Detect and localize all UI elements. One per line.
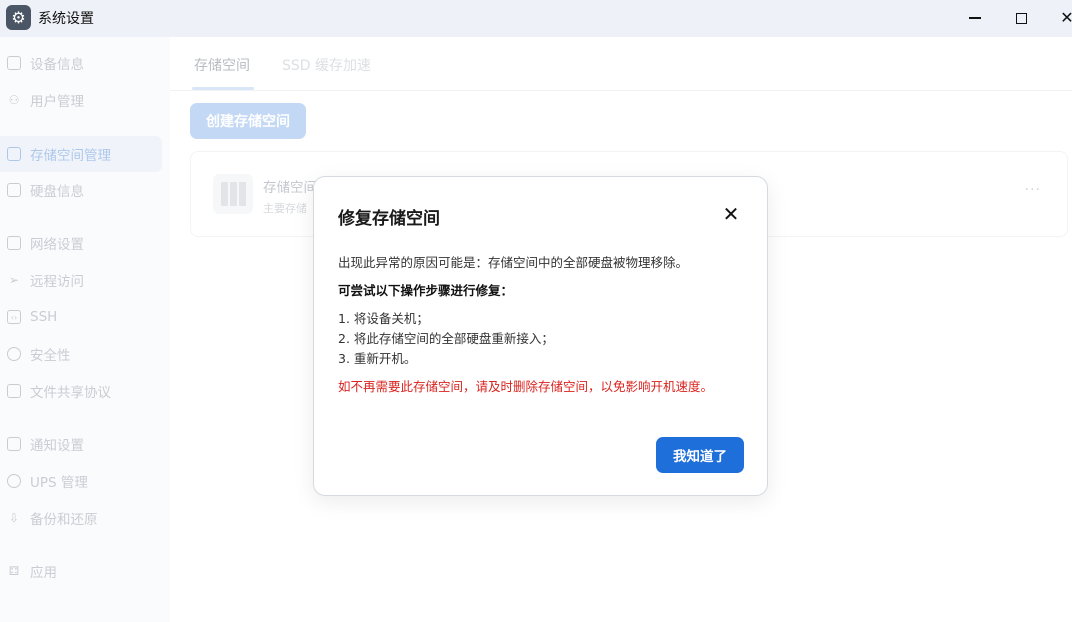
sidebar-item-label: SSH xyxy=(30,309,58,325)
sidebar-item-device-info[interactable]: 设备信息 xyxy=(0,45,162,81)
tab-ssd-cache[interactable]: SSD 缓存加速 xyxy=(282,55,371,75)
active-tab-indicator xyxy=(192,87,254,90)
sidebar-item-label: 备份和还原 xyxy=(30,512,98,528)
sidebar-item-label: 远程访问 xyxy=(30,274,84,290)
repair-storage-dialog: 修复存储空间 ✕ 出现此异常的原因可能是：存储空间中的全部硬盘被物理移除。 可尝… xyxy=(313,176,768,496)
sidebar-item-storage[interactable]: 存储空间管理 xyxy=(0,136,162,172)
window-title: 系统设置 xyxy=(38,11,94,27)
sidebar-item-network[interactable]: 网络设置 xyxy=(0,225,162,261)
drive-icon xyxy=(7,56,21,70)
sidebar-item-backup[interactable]: ⇩ 备份和还原 xyxy=(0,500,162,536)
minimize-button[interactable] xyxy=(963,6,987,30)
apps-icon: ⚃ xyxy=(8,564,20,578)
pool-name: 存储空间 xyxy=(263,180,317,196)
sidebar-item-ups[interactable]: UPS 管理 xyxy=(0,463,162,499)
sidebar-item-security[interactable]: 安全性 xyxy=(0,336,162,372)
dialog-step: 3. 重新开机。 xyxy=(338,351,417,366)
sidebar-item-label: 文件共享协议 xyxy=(30,385,111,401)
sidebar-item-label: 安全性 xyxy=(30,348,71,364)
tab-storage[interactable]: 存储空间 xyxy=(194,55,250,75)
dialog-warning: 如不再需要此存储空间，请及时删除存储空间，以免影响开机速度。 xyxy=(338,379,714,394)
backup-icon: ⇩ xyxy=(8,511,20,525)
dialog-step: 1. 将设备关机； xyxy=(338,311,429,326)
sidebar-item-label: 网络设置 xyxy=(30,237,84,253)
sidebar: 设备信息 ⚇ 用户管理 存储空间管理 硬盘信息 网络设置 ➢ 远程访问 ‹› S… xyxy=(0,37,170,622)
dialog-steps-title: 可尝试以下操作步骤进行修复： xyxy=(338,283,514,298)
dialog-steps: 1. 将设备关机； 2. 将此存储空间的全部硬盘重新接入； 3. 重新开机。 xyxy=(338,309,748,369)
mail-icon xyxy=(7,437,21,451)
sidebar-item-label: 存储空间管理 xyxy=(30,148,111,164)
network-icon xyxy=(7,236,21,250)
storage-icon xyxy=(7,147,21,161)
settings-window: ⚙ 系统设置 ✕ 设备信息 ⚇ 用户管理 存储空间管理 硬盘信息 网络设置 ➢ … xyxy=(0,0,1072,622)
sidebar-item-label: 通知设置 xyxy=(30,438,84,454)
sidebar-item-label: 用户管理 xyxy=(30,94,84,110)
dialog-close-button[interactable]: ✕ xyxy=(720,202,742,226)
file-icon xyxy=(7,384,21,398)
code-icon: ‹› xyxy=(7,310,21,324)
dialog-body: 出现此异常的原因可能是：存储空间中的全部硬盘被物理移除。 可尝试以下操作步骤进行… xyxy=(338,253,748,397)
sidebar-item-remote-access[interactable]: ➢ 远程访问 xyxy=(0,262,162,298)
sidebar-item-label: 应用 xyxy=(30,565,57,581)
sidebar-item-notifications[interactable]: 通知设置 xyxy=(0,426,162,462)
disk-icon xyxy=(7,183,21,197)
sidebar-item-label: 设备信息 xyxy=(30,57,84,73)
sidebar-item-file-sharing[interactable]: 文件共享协议 xyxy=(0,373,162,409)
sidebar-item-ssh[interactable]: ‹› SSH xyxy=(0,299,162,335)
sidebar-item-disk-info[interactable]: 硬盘信息 xyxy=(0,172,162,208)
shield-icon xyxy=(7,347,21,361)
title-bar: ⚙ 系统设置 ✕ xyxy=(0,0,1072,37)
pool-subtitle: 主要存储 xyxy=(263,202,307,215)
server-icon xyxy=(213,174,253,214)
acknowledge-button[interactable]: 我知道了 xyxy=(656,437,744,473)
window-close-button[interactable]: ✕ xyxy=(1055,6,1072,30)
more-options-button[interactable]: ··· xyxy=(1025,182,1041,198)
send-icon: ➢ xyxy=(8,273,20,287)
maximize-button[interactable] xyxy=(1009,6,1033,30)
users-icon: ⚇ xyxy=(8,93,20,107)
sidebar-item-apps[interactable]: ⚃ 应用 xyxy=(0,553,162,589)
minimize-icon xyxy=(969,17,981,19)
maximize-icon xyxy=(1015,12,1027,24)
dialog-title: 修复存储空间 xyxy=(338,209,440,229)
sidebar-item-users[interactable]: ⚇ 用户管理 xyxy=(0,82,162,118)
create-storage-button[interactable]: 创建存储空间 xyxy=(190,103,306,139)
sidebar-item-label: UPS 管理 xyxy=(30,475,88,491)
dialog-step: 2. 将此存储空间的全部硬盘重新接入； xyxy=(338,331,554,346)
ups-icon xyxy=(7,474,21,488)
dialog-reason: 出现此异常的原因可能是：存储空间中的全部硬盘被物理移除。 xyxy=(338,255,689,270)
tab-bar: 存储空间 SSD 缓存加速 xyxy=(170,37,1072,91)
gear-icon: ⚙ xyxy=(6,5,31,30)
sidebar-item-label: 硬盘信息 xyxy=(30,184,84,200)
